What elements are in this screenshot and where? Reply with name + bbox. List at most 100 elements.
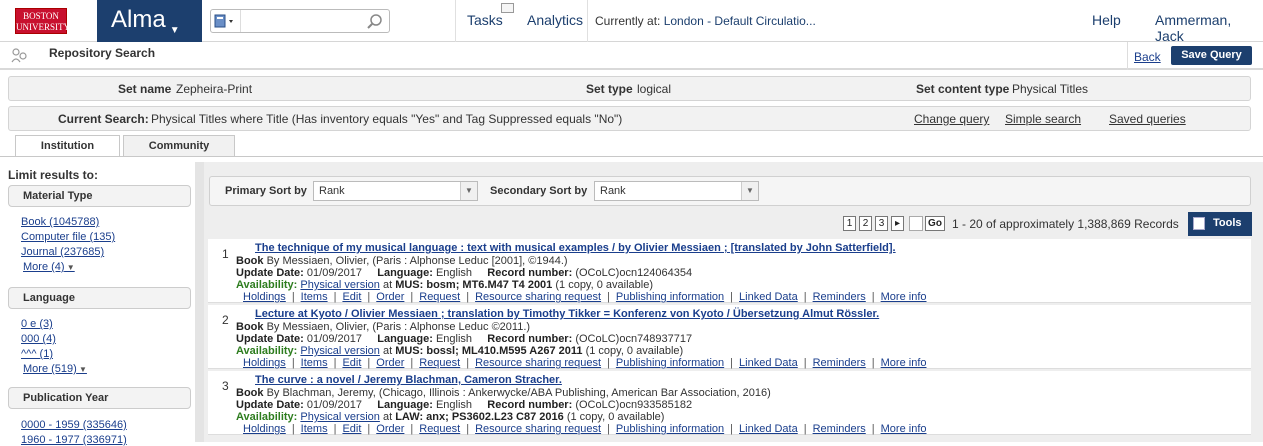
reminders-link[interactable]: Reminders: [813, 291, 866, 303]
facet-link[interactable]: Journal (237685): [21, 246, 104, 258]
physical-version-link[interactable]: Physical version: [300, 345, 379, 357]
search-type-selector[interactable]: [211, 10, 241, 32]
facet-link[interactable]: 1960 - 1977 (336971): [21, 434, 127, 446]
reminders-link[interactable]: Reminders: [813, 423, 866, 435]
help-link[interactable]: Help: [1092, 12, 1121, 28]
publishing-info-link[interactable]: Publishing information: [616, 423, 724, 435]
reminders-link[interactable]: Reminders: [813, 357, 866, 369]
physical-version-link[interactable]: Physical version: [300, 411, 379, 423]
facet-link[interactable]: Computer file (135): [21, 231, 115, 243]
saved-queries-link[interactable]: Saved queries: [1109, 112, 1186, 126]
page-button[interactable]: 1: [843, 216, 856, 231]
physical-version-link[interactable]: Physical version: [300, 279, 379, 291]
go-button[interactable]: Go: [925, 216, 945, 231]
page-number-input[interactable]: [909, 216, 923, 231]
chevron-down-icon: ▼: [169, 25, 180, 36]
items-link[interactable]: Items: [301, 423, 328, 435]
chevron-down-icon: ▼: [76, 365, 87, 374]
resource-sharing-link[interactable]: Resource sharing request: [475, 291, 601, 303]
facet-material-type-header[interactable]: Material Type: [8, 185, 191, 207]
alma-main-menu[interactable]: Alma ▼: [97, 0, 202, 42]
linked-data-link[interactable]: Linked Data: [739, 291, 798, 303]
tab-community[interactable]: Community: [123, 135, 235, 156]
tab-institution[interactable]: Institution: [15, 135, 120, 157]
edit-link[interactable]: Edit: [342, 291, 361, 303]
result-number: 2: [222, 313, 229, 327]
record-number-label: Record number:: [487, 333, 573, 345]
linked-data-link[interactable]: Linked Data: [739, 423, 798, 435]
page-title: Repository Search: [49, 46, 156, 60]
resource-sharing-link[interactable]: Resource sharing request: [475, 357, 601, 369]
result-title-link[interactable]: The technique of my musical language : t…: [255, 242, 896, 254]
search-input[interactable]: [243, 12, 368, 30]
chevron-down-icon: ▼: [64, 263, 75, 272]
result-title-link[interactable]: The curve : a novel / Jeremy Blachman, C…: [255, 374, 562, 386]
page-button[interactable]: 3: [875, 216, 888, 231]
facet-more-link[interactable]: More (4) ▼: [23, 261, 75, 273]
at-label: at: [382, 345, 393, 357]
publishing-info-link[interactable]: Publishing information: [616, 357, 724, 369]
publishing-info-link[interactable]: Publishing information: [616, 291, 724, 303]
facet-language-header[interactable]: Language: [8, 287, 191, 309]
current-location-value[interactable]: London - Default Circulatio...: [664, 14, 816, 28]
result-title-link[interactable]: Lecture at Kyoto / Olivier Messiaen ; tr…: [255, 308, 879, 320]
set-type-value: logical: [637, 82, 672, 96]
linked-data-link[interactable]: Linked Data: [739, 357, 798, 369]
holdings-link[interactable]: Holdings: [243, 423, 286, 435]
more-info-link[interactable]: More info: [881, 357, 927, 369]
university-logo[interactable]: BOSTON UNIVERSITY: [15, 8, 70, 34]
back-link[interactable]: Back: [1134, 50, 1161, 64]
primary-sort-select[interactable]: Rank ▼: [313, 181, 478, 201]
primary-sort-label: Primary Sort by: [225, 185, 307, 197]
result-number: 3: [222, 379, 229, 393]
facet-link[interactable]: 0 e (3): [21, 318, 53, 330]
at-label: at: [382, 411, 393, 423]
items-link[interactable]: Items: [301, 291, 328, 303]
simple-search-link[interactable]: Simple search: [1005, 112, 1081, 126]
book-label: Book: [236, 387, 264, 399]
items-link[interactable]: Items: [301, 357, 328, 369]
more-info-link[interactable]: More info: [881, 423, 927, 435]
holdings-link[interactable]: Holdings: [243, 357, 286, 369]
more-info-link[interactable]: More info: [881, 291, 927, 303]
order-link[interactable]: Order: [376, 423, 404, 435]
by-label: By: [266, 321, 280, 333]
facet-link[interactable]: 0000 - 1959 (335646): [21, 419, 127, 431]
persistent-search[interactable]: [210, 9, 390, 33]
facets-scrollbar[interactable]: [195, 162, 204, 442]
resource-sharing-link[interactable]: Resource sharing request: [475, 423, 601, 435]
save-query-button[interactable]: Save Query: [1171, 46, 1252, 65]
request-link[interactable]: Request: [419, 357, 460, 369]
divider: [587, 0, 588, 42]
facet-link[interactable]: 000 (4): [21, 333, 56, 345]
current-location[interactable]: Currently at: London - Default Circulati…: [595, 14, 816, 28]
edit-link[interactable]: Edit: [342, 423, 361, 435]
request-link[interactable]: Request: [419, 423, 460, 435]
update-date-label: Update Date:: [236, 399, 304, 411]
availability-location: LAW: anx; PS3602.L23 C87 2016: [395, 411, 564, 423]
user-menu[interactable]: Ammerman, Jack: [1155, 12, 1263, 44]
result-actions: Holdings | Items | Edit | Order | Request | Resour…: [243, 291, 927, 303]
holdings-link[interactable]: Holdings: [243, 291, 286, 303]
edit-link[interactable]: Edit: [342, 357, 361, 369]
facet-link[interactable]: Book (1045788): [21, 216, 99, 228]
result-availability-line: Availability: Physical version at LAW: a…: [236, 411, 664, 423]
request-link[interactable]: Request: [419, 291, 460, 303]
order-link[interactable]: Order: [376, 357, 404, 369]
analytics-link[interactable]: Analytics: [527, 12, 583, 28]
search-icon[interactable]: [367, 13, 383, 29]
availability-label: Availability:: [236, 345, 298, 357]
facet-link[interactable]: ^^^ (1): [21, 348, 53, 360]
change-query-link[interactable]: Change query: [914, 112, 989, 126]
next-page-button[interactable]: ▸: [891, 216, 904, 231]
facet-more-link[interactable]: More (519) ▼: [23, 363, 87, 375]
secondary-sort-select[interactable]: Rank ▼: [594, 181, 759, 201]
by-label: By: [266, 387, 280, 399]
facet-publication-year-header[interactable]: Publication Year: [8, 387, 191, 409]
order-link[interactable]: Order: [376, 291, 404, 303]
page-button[interactable]: 2: [859, 216, 872, 231]
tasks-link[interactable]: Tasks: [467, 12, 503, 28]
facet-more-label: More (519): [23, 363, 77, 375]
availability-copies: (1 copy, 0 available): [555, 279, 653, 291]
record-number: (OCoLC)ocn933585182: [575, 399, 693, 411]
